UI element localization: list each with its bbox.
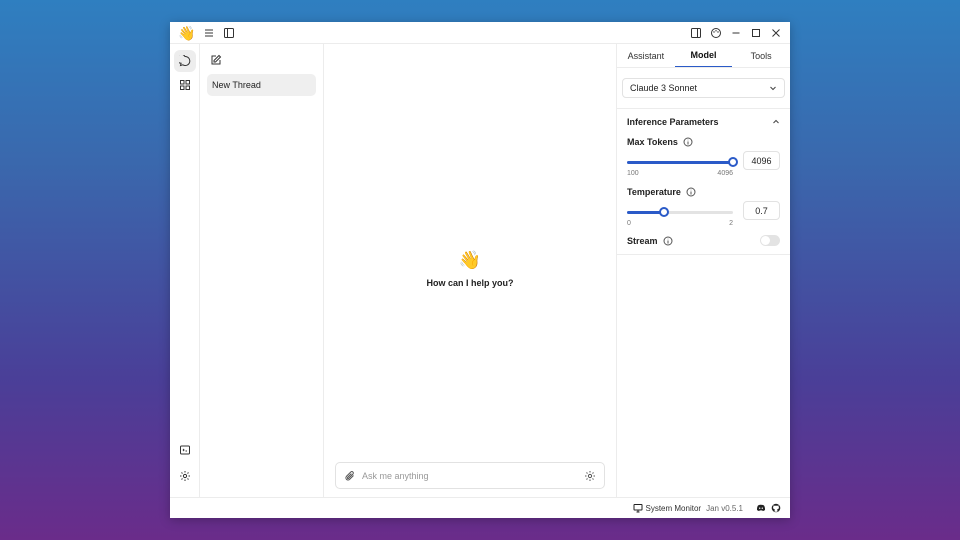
chevron-up-icon (772, 118, 780, 126)
status-bar: System Monitor Jan v0.5.1 (170, 497, 790, 518)
hamburger-icon[interactable] (203, 27, 215, 39)
panel-tabs: Assistant Model Tools (617, 44, 790, 68)
max-tokens-min: 100 (627, 170, 639, 177)
temperature-input[interactable]: 0.7 (743, 201, 780, 220)
system-monitor-button[interactable]: System Monitor (633, 503, 702, 513)
stream-label: Stream (627, 235, 658, 246)
minimize-icon[interactable] (730, 27, 742, 39)
discord-icon[interactable] (756, 503, 766, 513)
app-logo: 👋 (178, 24, 196, 41)
temperature-slider[interactable] (627, 207, 733, 217)
tab-model[interactable]: Model (674, 44, 733, 67)
chevron-down-icon (769, 84, 777, 92)
sidebar-toggle-icon[interactable] (223, 27, 235, 39)
welcome-message: How can I help you? (426, 278, 514, 288)
github-icon[interactable] (771, 503, 781, 513)
thread-item[interactable]: New Thread (207, 74, 316, 96)
chat-input[interactable] (362, 470, 584, 481)
max-tokens-input[interactable]: 4096 (743, 151, 780, 170)
chat-input-box (335, 462, 605, 489)
info-icon[interactable] (663, 236, 673, 246)
info-icon[interactable] (683, 137, 693, 147)
maximize-icon[interactable] (750, 27, 762, 39)
welcome-screen: 👋 How can I help you? (324, 250, 616, 288)
section-title: Inference Parameters (627, 117, 719, 127)
max-tokens-max: 4096 (717, 170, 733, 177)
right-panel: Assistant Model Tools Claude 3 Sonnet In… (617, 44, 790, 497)
tab-tools[interactable]: Tools (732, 44, 790, 67)
panel-toggle-icon[interactable] (690, 27, 702, 39)
hub-grid-icon[interactable] (174, 74, 196, 96)
temperature-slider-thumb[interactable] (659, 207, 670, 217)
chat-area: 👋 How can I help you? (324, 44, 617, 497)
max-tokens-slider-thumb[interactable] (728, 157, 738, 167)
model-dropdown[interactable]: Claude 3 Sonnet (622, 78, 785, 98)
thread-list: New Thread (200, 44, 324, 497)
monitor-icon (633, 503, 643, 513)
max-tokens-label-row: Max Tokens (627, 137, 780, 147)
api-server-icon[interactable] (174, 439, 196, 461)
palette-icon[interactable] (710, 27, 722, 39)
titlebar: 👋 (170, 22, 790, 44)
inference-parameters-header[interactable]: Inference Parameters (627, 117, 780, 127)
model-selected: Claude 3 Sonnet (630, 83, 698, 93)
temperature-min: 0 (627, 220, 631, 227)
settings-icon[interactable] (174, 465, 196, 487)
nav-rail (170, 44, 200, 497)
inference-parameters: Inference Parameters Max Tokens 100 4096… (617, 109, 790, 255)
temperature-max: 2 (729, 220, 733, 227)
max-tokens-label: Max Tokens (627, 137, 678, 147)
temperature-label: Temperature (627, 187, 681, 197)
stream-toggle[interactable] (760, 235, 780, 246)
chat-icon[interactable] (173, 50, 196, 72)
info-icon[interactable] (686, 187, 696, 197)
close-icon[interactable] (770, 27, 782, 39)
tab-assistant[interactable]: Assistant (617, 44, 675, 67)
max-tokens-slider[interactable] (627, 157, 738, 167)
new-thread-icon[interactable] (210, 54, 224, 68)
chat-settings-icon[interactable] (584, 470, 596, 482)
temperature-label-row: Temperature (627, 187, 780, 197)
system-monitor-label: System Monitor (645, 503, 702, 513)
app-version: Jan v0.5.1 (706, 503, 743, 513)
waving-hand-icon: 👋 (458, 250, 482, 270)
paperclip-icon[interactable] (344, 470, 356, 482)
app-window: 👋 New Thread 👋 How can I help you? Ask m… (170, 22, 790, 518)
